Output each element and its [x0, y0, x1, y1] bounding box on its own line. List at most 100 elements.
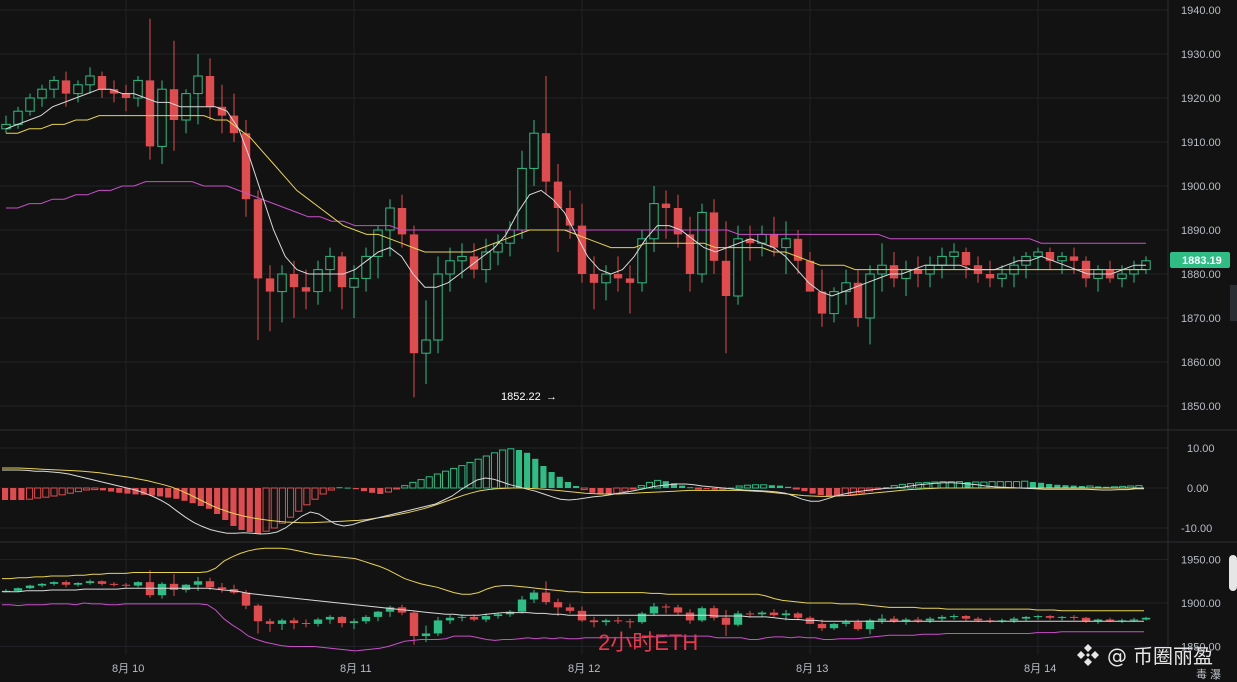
current-price-label: 1883.19 — [1182, 255, 1222, 267]
boll-tick-label: 1900.00 — [1181, 598, 1221, 610]
boll-candle-body — [769, 612, 779, 616]
macd-bar — [222, 488, 229, 520]
price-tick-label: 1870.00 — [1181, 313, 1221, 325]
boll-candle-body — [169, 583, 179, 590]
candle-body — [13, 110, 23, 125]
candle-body — [913, 269, 923, 274]
candle-body — [325, 255, 335, 271]
boll-candle-body — [469, 616, 479, 620]
boll-candle-body — [877, 618, 887, 621]
boll-candle-body — [673, 607, 683, 613]
boll-candle-body — [817, 623, 827, 629]
macd-bar — [148, 488, 155, 496]
boll-candle-body — [1021, 616, 1031, 619]
price-tick-label: 1930.00 — [1181, 49, 1221, 61]
boll-candle-body — [697, 608, 707, 621]
boll-candle-body — [217, 587, 227, 590]
boll-candle-body — [253, 605, 263, 622]
boll-candle-body — [1045, 616, 1055, 618]
boll-candle-body — [313, 619, 323, 624]
boll-candle-body — [445, 617, 455, 621]
boll-candle-body — [85, 581, 95, 583]
boll-candle-body — [337, 616, 347, 624]
boll-candle-body — [841, 622, 851, 624]
price-tick-label: 1890.00 — [1181, 225, 1221, 237]
boll-candle-body — [205, 581, 215, 588]
boll-candle-body — [97, 581, 107, 584]
candle-body — [25, 97, 35, 112]
boll-candle-body — [649, 606, 659, 614]
macd-bar — [776, 485, 784, 488]
date-tick-label: 8月 12 — [568, 663, 600, 675]
macd-tick-label: 0.00 — [1187, 483, 1208, 495]
macd-bar — [1029, 482, 1036, 488]
date-tick-label: 8月 13 — [796, 663, 828, 675]
macd-bar — [254, 488, 261, 534]
candle-body — [229, 115, 239, 134]
boll-candle-body — [121, 584, 131, 586]
boll-candle-body — [193, 581, 203, 585]
macd-bar — [165, 488, 172, 498]
macd-bar — [694, 487, 702, 490]
candle-body — [301, 287, 311, 292]
macd-bar — [589, 488, 596, 493]
candle-body — [1069, 256, 1079, 261]
boll-candle-body — [1081, 617, 1091, 622]
macd-bar — [801, 488, 808, 492]
date-tick-label: 8月 11 — [340, 663, 372, 675]
macd-bar — [532, 458, 539, 488]
macd-bar — [99, 488, 107, 491]
scroll-handle[interactable] — [1229, 555, 1237, 591]
macd-bar — [785, 486, 792, 488]
price-tick-label: 1850.00 — [1181, 401, 1221, 413]
low-price-arrow: → — [546, 391, 557, 403]
macd-bar — [703, 488, 710, 489]
candle-body — [1033, 251, 1043, 257]
macd-bar — [1037, 482, 1045, 488]
boll-candle-body — [349, 621, 359, 624]
panel-collapse-handle[interactable] — [1230, 285, 1237, 321]
candle-body — [541, 133, 551, 182]
boll-candle-body — [793, 613, 803, 618]
boll-candle-body — [241, 592, 251, 606]
boll-candle-body — [25, 585, 35, 589]
candle-body — [661, 203, 671, 208]
macd-bar — [605, 488, 612, 495]
boll-candle-body — [73, 582, 83, 585]
boll-candle-body — [289, 620, 299, 624]
macd-bar — [181, 488, 188, 501]
boll-candle-body — [133, 582, 143, 586]
boll-candle-body — [61, 582, 71, 585]
boll-candle-body — [973, 618, 983, 621]
boll-candle-body — [829, 623, 839, 629]
price-tick-label: 1860.00 — [1181, 357, 1221, 369]
boll-candle-body — [409, 612, 419, 637]
boll-candle-body — [937, 616, 947, 619]
low-price-annotation: 1852.22 — [501, 391, 541, 403]
macd-bar — [556, 476, 563, 488]
macd-bar — [156, 488, 164, 497]
boll-candle-body — [457, 616, 467, 618]
candle-body — [1117, 273, 1127, 279]
price-tick-label: 1900.00 — [1181, 181, 1221, 193]
macd-bar — [548, 472, 555, 488]
macd-bar — [679, 485, 686, 488]
candle-body — [73, 84, 83, 95]
candle-body — [721, 260, 731, 296]
boll-candle-body — [661, 606, 671, 608]
macd-bar — [246, 488, 253, 532]
macd-bar — [377, 488, 384, 494]
boll-tick-label: 1950.00 — [1181, 555, 1221, 567]
candle-body — [805, 260, 815, 292]
candle-body — [157, 88, 167, 147]
candle-body — [625, 278, 635, 283]
boll-candle-body — [433, 620, 443, 634]
boll-candle-body — [853, 622, 863, 630]
candle-body — [61, 80, 71, 94]
macd-bar — [564, 482, 571, 488]
boll-candle-body — [361, 616, 371, 622]
boll-candle-body — [925, 618, 935, 621]
macd-bar — [214, 488, 221, 514]
watermark-label: 2小时ETH — [598, 630, 698, 655]
candle-body — [193, 75, 203, 95]
